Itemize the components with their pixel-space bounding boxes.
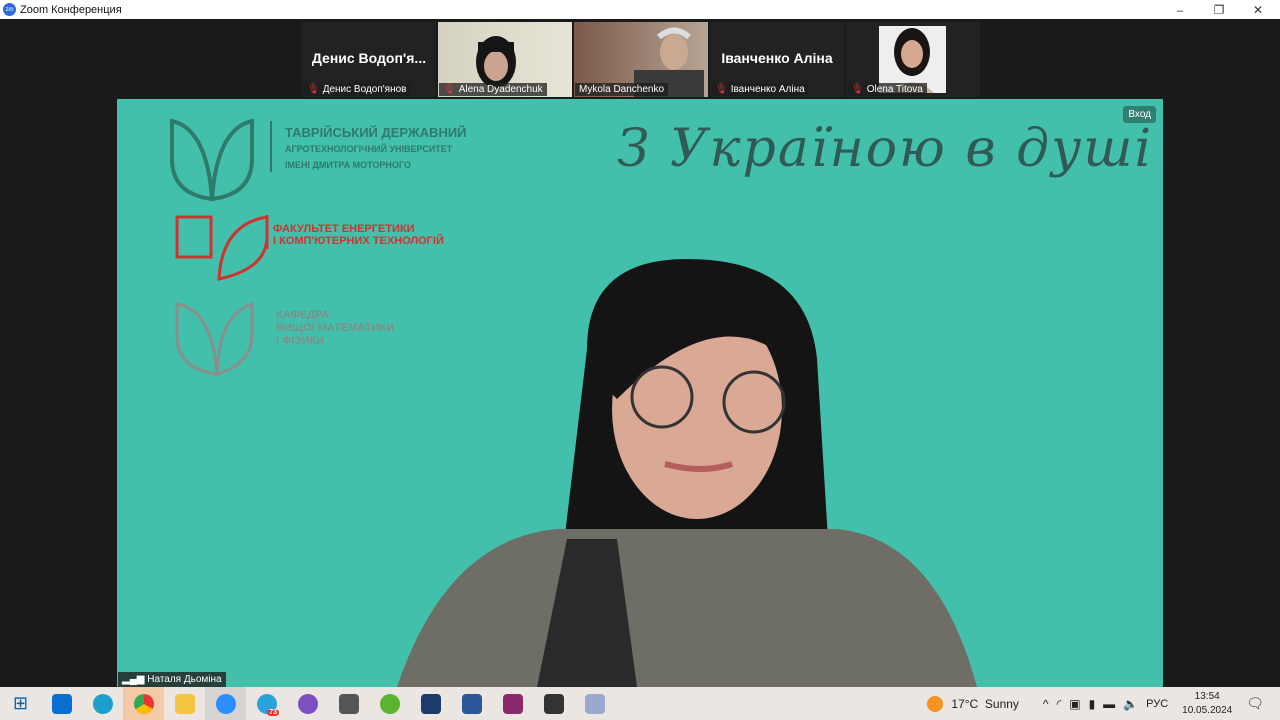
logo-line: ВИЩОЇ МАТЕМАТИКИ: [276, 322, 395, 334]
participant-label: Alena Dyadenchuk: [458, 84, 543, 95]
mic-muted-icon: 🎙: [443, 84, 456, 95]
start-button[interactable]: ⊞: [0, 687, 41, 720]
participant-strip: Денис Водоп'я... 🎙 Денис Водоп'янов 🎙 Alen…: [302, 22, 980, 97]
chevron-up-icon[interactable]: ^: [1043, 697, 1049, 711]
notifications-icon[interactable]: 🗨: [1246, 695, 1264, 712]
clock[interactable]: 13:54 10.05.2024: [1182, 690, 1232, 718]
logo-line: ФАКУЛЬТЕТ ЕНЕРГЕТИКИ: [273, 223, 415, 235]
language-indicator[interactable]: РУС: [1146, 698, 1168, 710]
participant-tile[interactable]: 🎙 Alena Dyadenchuk: [438, 22, 572, 97]
speaker-label: ▂▄▆ Наталя Дьоміна: [118, 672, 226, 687]
edge-icon[interactable]: [82, 687, 123, 720]
participant-name-large: Денис Водоп'я...: [311, 50, 427, 66]
participant-label: Olena Titova: [866, 84, 923, 95]
close-button[interactable]: ✕: [1238, 0, 1278, 19]
participant-tile[interactable]: 🎙 Olena Titova: [846, 22, 980, 97]
file-explorer-icon[interactable]: [164, 687, 205, 720]
word-icon[interactable]: [451, 687, 492, 720]
sun-weather-icon: [927, 695, 944, 712]
logo-line: ТАВРІЙСЬКИЙ ДЕРЖАВНИЙ: [285, 125, 467, 140]
background-logos: [170, 118, 977, 687]
system-tray: 17°C Sunny ^ ◜ ▣ ▮ ▬ 🔈 РУС 13:54 10.05.20…: [927, 687, 1280, 720]
weather-text[interactable]: 17°C Sunny: [951, 697, 1019, 711]
speaker-name: Наталя Дьоміна: [147, 674, 222, 685]
telegram-icon[interactable]: 73: [246, 687, 287, 720]
title-bar: zm Zoom Конференция – ❐ ✕: [0, 0, 1280, 19]
taskbar: ⊞ 73 17°C Sunny ^ ◜ ▣ ▮ ▬ 🔈 РУС 13:54 10.…: [0, 687, 1280, 720]
participant-tile[interactable]: Іванченко Аліна 🎙 Іванченко Аліна: [710, 22, 844, 97]
notification-badge: 73: [267, 709, 279, 716]
participant-tile[interactable]: Mykola Danchenko: [574, 22, 708, 97]
faculty-name: ФАКУЛЬТЕТ ЕНЕРГЕТИКИ І КОМП'ЮТЕРНИХ ТЕХН…: [273, 223, 444, 247]
vpn-shield-icon[interactable]: [410, 687, 451, 720]
winrar-icon[interactable]: [492, 687, 533, 720]
utorrent-icon[interactable]: [369, 687, 410, 720]
minimize-button[interactable]: –: [1160, 0, 1200, 19]
viber-icon[interactable]: [287, 687, 328, 720]
participant-name-large: Іванченко Аліна: [721, 50, 833, 66]
zoom-app-icon: zm: [3, 3, 16, 16]
microphone-icon[interactable]: ▮: [1089, 697, 1096, 711]
enter-button[interactable]: Вход: [1123, 106, 1156, 123]
calendar-app-icon[interactable]: [533, 687, 574, 720]
university-name: ТАВРІЙСЬКИЙ ДЕРЖАВНИЙ АГРОТЕХНОЛОГІЧНИЙ …: [285, 125, 467, 173]
logo-line: АГРОТЕХНОЛОГІЧНИЙ УНІВЕРСИТЕТ: [285, 144, 453, 154]
logo-line: І ФІЗИКИ: [276, 335, 324, 347]
participant-label: Mykola Danchenko: [579, 84, 665, 95]
logo-line: І КОМП'ЮТЕРНИХ ТЕХНОЛОГІЙ: [273, 235, 444, 247]
camera-icon[interactable]: ▣: [1069, 697, 1080, 711]
motto-text: З Україною в душі: [617, 119, 1154, 179]
participant-label: Іванченко Аліна: [730, 84, 805, 95]
date: 10.05.2024: [1182, 704, 1233, 716]
mail-icon[interactable]: [41, 687, 82, 720]
window-title: Zoom Конференция: [20, 3, 122, 16]
battery-icon[interactable]: ▬: [1103, 697, 1115, 711]
active-speaker-video: ТАВРІЙСЬКИЙ ДЕРЖАВНИЙ АГРОТЕХНОЛОГІЧНИЙ …: [117, 99, 1163, 687]
mic-muted-icon: 🎙: [851, 84, 864, 95]
chrome-icon[interactable]: [123, 687, 164, 720]
zoom-taskbar-icon[interactable]: [205, 687, 246, 720]
logo-line: ІМЕНІ ДМИТРА МОТОРНОГО: [285, 160, 411, 170]
calculator-icon[interactable]: [328, 687, 369, 720]
logo-line: КАФЕДРА: [276, 309, 330, 321]
participant-label: Денис Водоп'янов: [322, 84, 407, 95]
volume-icon[interactable]: 🔈: [1123, 697, 1138, 711]
paint-icon[interactable]: [574, 687, 615, 720]
mic-muted-icon: 🎙: [715, 84, 728, 95]
wifi-icon[interactable]: ◜: [1057, 697, 1062, 711]
speaker-figure: [397, 259, 977, 687]
department-name: КАФЕДРА ВИЩОЇ МАТЕМАТИКИ І ФІЗИКИ: [276, 309, 394, 348]
participant-tile[interactable]: Денис Водоп'я... 🎙 Денис Водоп'янов: [302, 22, 436, 97]
signal-icon: ▂▄▆: [122, 674, 148, 685]
restore-button[interactable]: ❐: [1199, 0, 1239, 19]
time: 13:54: [1194, 690, 1220, 702]
mic-muted-icon: 🎙: [307, 84, 320, 95]
